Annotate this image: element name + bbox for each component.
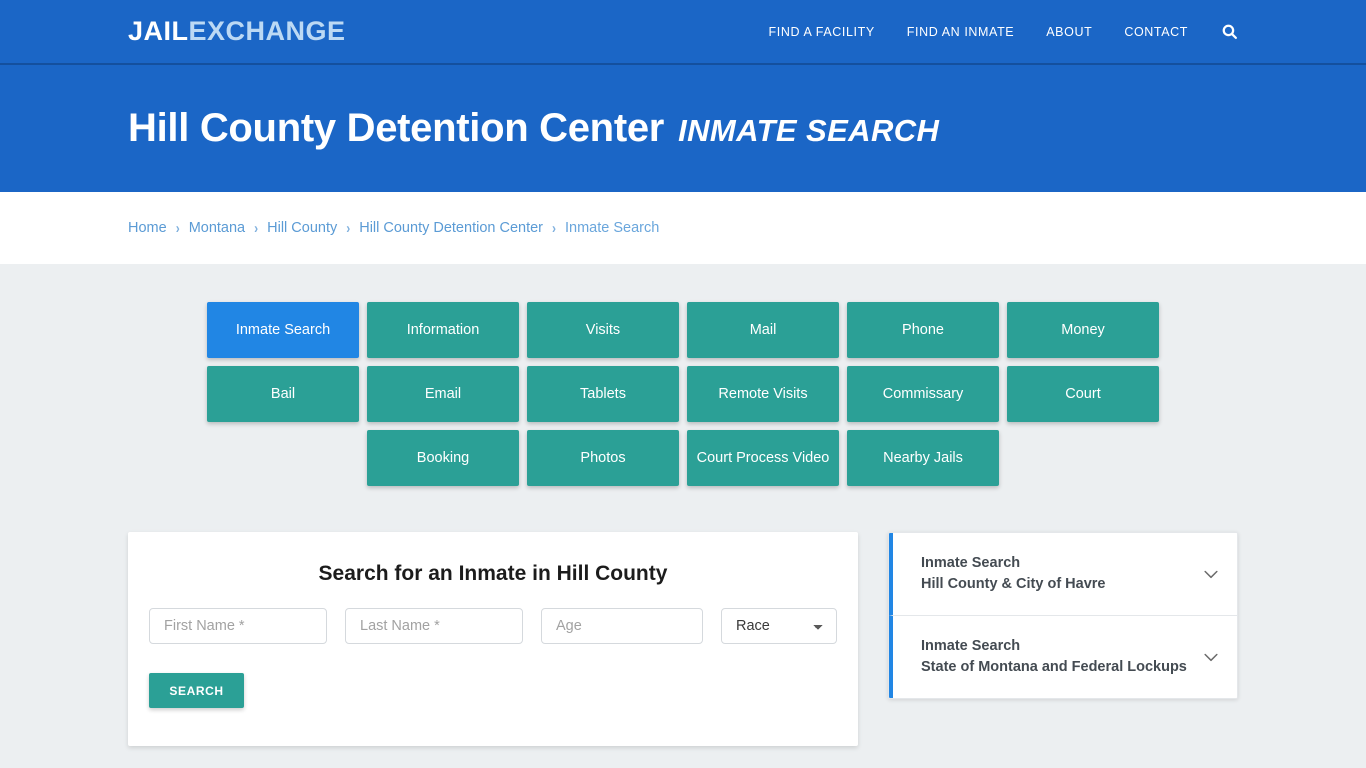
main-content: Inmate Search Information Visits Mail Ph… [0, 264, 1366, 768]
logo-text-jail: JAIL [128, 16, 189, 46]
accordion-item-montana-federal-lockups[interactable]: Inmate Search State of Montana and Feder… [889, 616, 1237, 699]
top-navigation-bar: JAILEXCHANGE FIND A FACILITY FIND AN INM… [0, 0, 1366, 65]
race-select[interactable]: Race [721, 608, 837, 644]
tab-court[interactable]: Court [1007, 366, 1159, 422]
breadcrumb-item-hill-county[interactable]: Hill County [267, 220, 337, 236]
tab-phone[interactable]: Phone [847, 302, 999, 358]
hero-heading-group: Hill County Detention Center INMATE SEAR… [128, 106, 939, 151]
breadcrumb-item-home[interactable]: Home [128, 220, 167, 236]
accordion-item-text: Inmate Search State of Montana and Feder… [921, 636, 1191, 678]
age-input[interactable] [541, 608, 703, 644]
tab-information[interactable]: Information [367, 302, 519, 358]
nav-link-contact[interactable]: CONTACT [1124, 25, 1188, 39]
breadcrumb-item-hill-county-detention-center[interactable]: Hill County Detention Center [359, 220, 543, 236]
tab-booking[interactable]: Booking [367, 430, 519, 486]
search-icon[interactable] [1220, 23, 1238, 41]
accordion-item-title: Inmate Search [921, 638, 1021, 655]
breadcrumb-item-montana[interactable]: Montana [189, 220, 245, 236]
tab-remote-visits[interactable]: Remote Visits [687, 366, 839, 422]
left-column: Search for an Inmate in Hill County Race… [128, 532, 858, 768]
chevron-down-icon[interactable] [1201, 564, 1221, 584]
nav-link-find-a-facility[interactable]: FIND A FACILITY [769, 25, 875, 39]
site-logo[interactable]: JAILEXCHANGE [128, 16, 346, 47]
facility-section-tabs: Inmate Search Information Visits Mail Ph… [128, 302, 1238, 486]
tab-nearby-jails[interactable]: Nearby Jails [847, 430, 999, 486]
breadcrumb-bar: Home › Montana › Hill County › Hill Coun… [0, 192, 1366, 264]
search-submit-button[interactable]: SEARCH [149, 673, 244, 708]
breadcrumb-item-inmate-search: Inmate Search [565, 220, 660, 236]
nav-link-about[interactable]: ABOUT [1046, 25, 1092, 39]
last-name-input[interactable] [345, 608, 523, 644]
breadcrumb-separator-icon: › [175, 219, 180, 237]
content-columns: Search for an Inmate in Hill County Race… [128, 532, 1238, 768]
content-container: Inmate Search Information Visits Mail Ph… [128, 302, 1238, 768]
tab-mail[interactable]: Mail [687, 302, 839, 358]
accordion-item-subtitle: Hill County & City of Havre [921, 576, 1106, 593]
tab-commissary[interactable]: Commissary [847, 366, 999, 422]
tab-tablets[interactable]: Tablets [527, 366, 679, 422]
accordion-item-text: Inmate Search Hill County & City of Havr… [921, 553, 1191, 595]
page-title: Hill County Detention Center [128, 106, 665, 150]
tab-photos[interactable]: Photos [527, 430, 679, 486]
breadcrumb-separator-icon: › [346, 219, 351, 237]
chevron-down-icon[interactable] [1201, 647, 1221, 667]
search-card-title: Search for an Inmate in Hill County [318, 562, 668, 585]
inmate-search-accordion: Inmate Search Hill County & City of Havr… [888, 532, 1238, 700]
accordion-item-title: Inmate Search [921, 555, 1021, 571]
tab-visits[interactable]: Visits [527, 302, 679, 358]
right-sidebar: Inmate Search Hill County & City of Havr… [888, 532, 1238, 700]
inmate-search-card: Search for an Inmate in Hill County Race… [128, 532, 858, 746]
tab-email[interactable]: Email [367, 366, 519, 422]
logo-text-exchange: EXCHANGE [188, 16, 346, 46]
first-name-input[interactable] [149, 608, 327, 644]
breadcrumb: Home › Montana › Hill County › Hill Coun… [128, 219, 660, 237]
primary-nav-links: FIND A FACILITY FIND AN INMATE ABOUT CON… [769, 23, 1238, 41]
page-hero: Hill County Detention Center INMATE SEAR… [0, 65, 1366, 192]
tab-bail[interactable]: Bail [207, 366, 359, 422]
tab-money[interactable]: Money [1007, 302, 1159, 358]
accordion-item-subtitle: State of Montana and Federal Lockups [921, 659, 1187, 676]
accordion-item-hill-county-havre[interactable]: Inmate Search Hill County & City of Havr… [889, 533, 1237, 617]
tab-inmate-search[interactable]: Inmate Search [207, 302, 359, 358]
search-form-row: Race [128, 608, 858, 644]
breadcrumb-separator-icon: › [254, 219, 259, 237]
nav-link-find-an-inmate[interactable]: FIND AN INMATE [907, 25, 1014, 39]
tab-court-process-video[interactable]: Court Process Video [687, 430, 839, 486]
page-subtitle: INMATE SEARCH [678, 113, 940, 148]
breadcrumb-separator-icon: › [552, 219, 556, 237]
